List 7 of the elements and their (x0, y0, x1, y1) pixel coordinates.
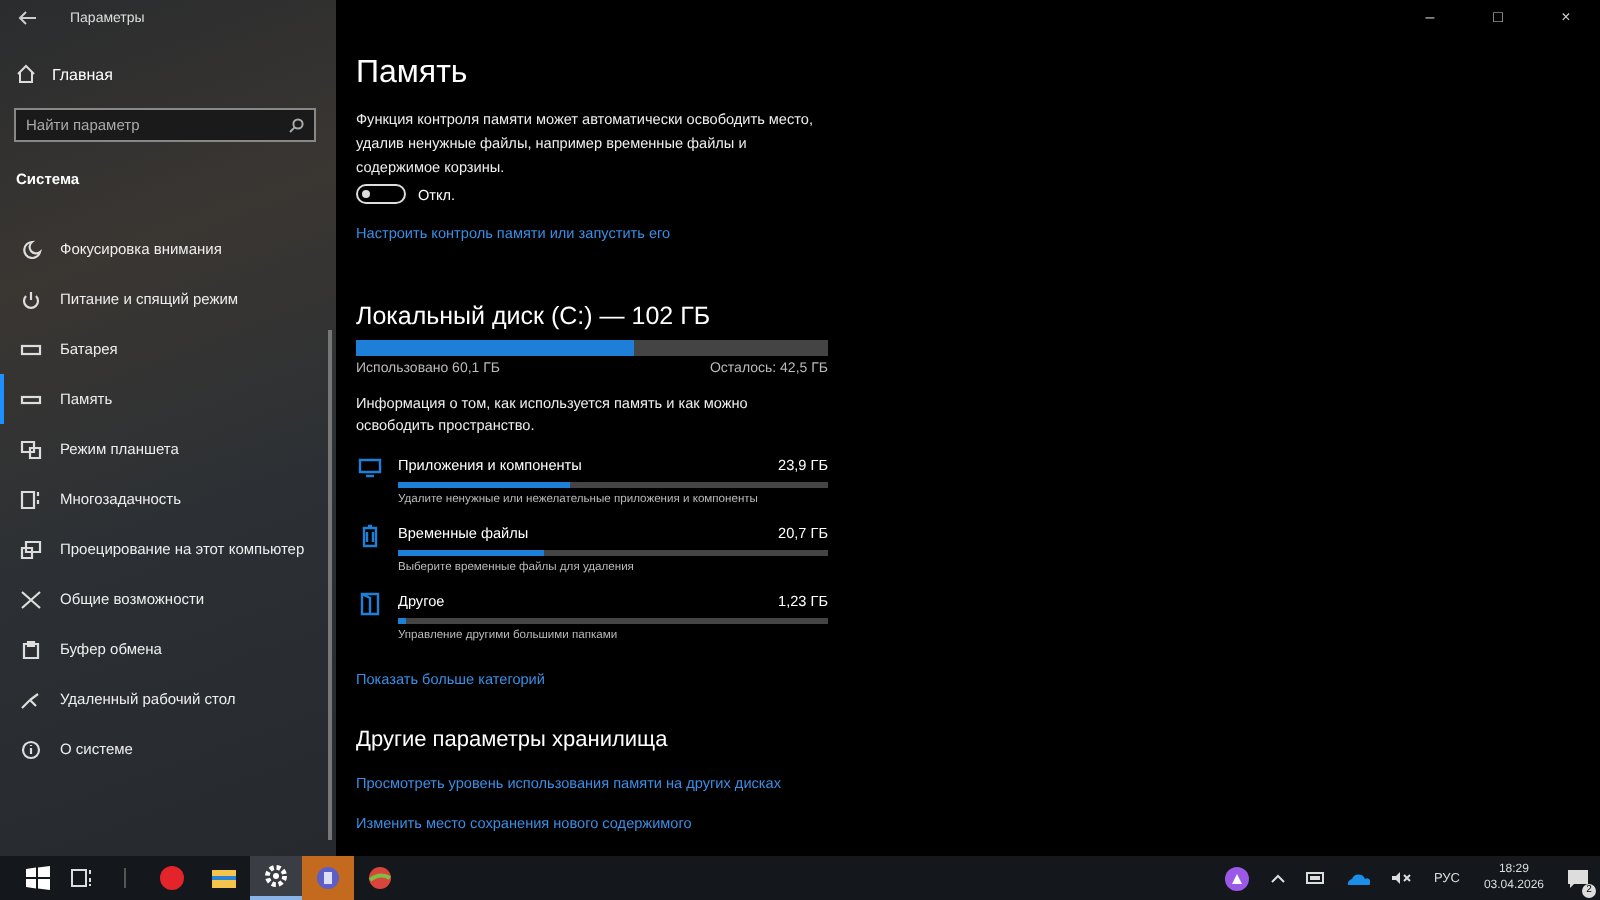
maximize-button[interactable]: □ (1464, 0, 1532, 32)
page-title: Память (356, 56, 470, 92)
section-title: Другие параметры хранилища (356, 728, 670, 752)
close-button[interactable]: × (1532, 0, 1600, 32)
home-item[interactable]: Главная (16, 64, 336, 84)
disk-title: Локальный диск (C:) — 102 ГБ (356, 302, 713, 330)
minimize-button[interactable]: – (1396, 0, 1464, 32)
